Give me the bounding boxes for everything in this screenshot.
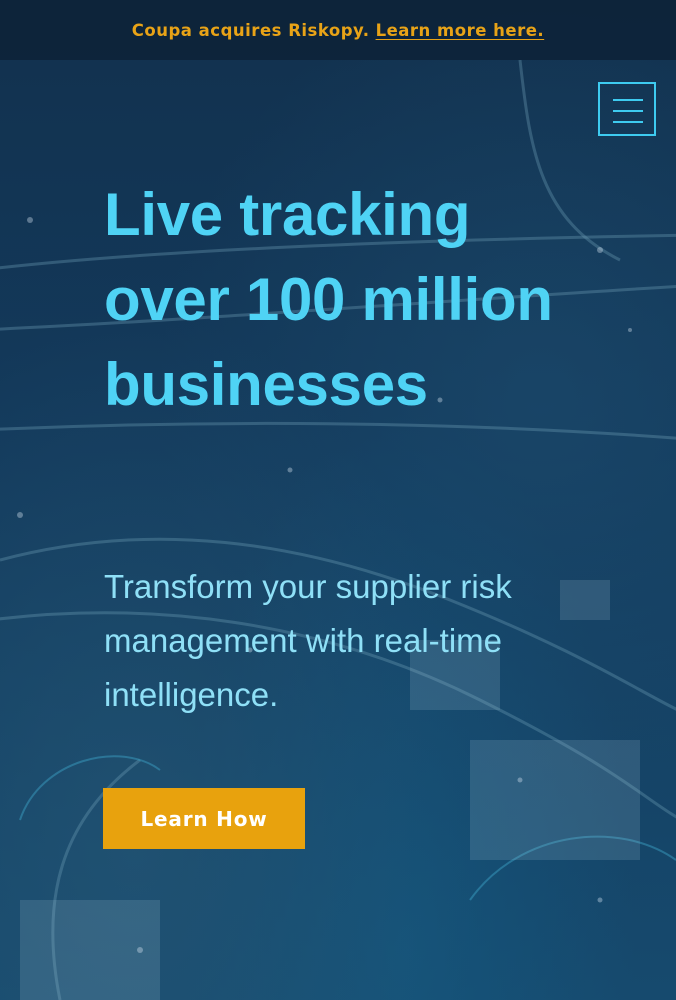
announcement-bar: Coupa acquires Riskopy. Learn more here. xyxy=(0,0,676,60)
announcement-text: Coupa acquires Riskopy. xyxy=(131,20,370,40)
hero-background-image xyxy=(0,0,676,1000)
hero-headline: Live tracking over 100 million businesse… xyxy=(104,181,553,418)
hamburger-menu-icon-line xyxy=(613,121,643,123)
announcement-learn-more-link[interactable]: Learn more here. xyxy=(376,21,545,40)
learn-how-button[interactable]: Learn How xyxy=(103,788,305,849)
city-aerial-decoration xyxy=(0,59,676,1000)
hamburger-menu-button[interactable] xyxy=(598,82,656,136)
hamburger-menu-icon-line xyxy=(613,99,643,101)
hamburger-menu-icon-line xyxy=(613,110,643,112)
hero-subheadline: Transform your supplier risk management … xyxy=(104,568,512,713)
